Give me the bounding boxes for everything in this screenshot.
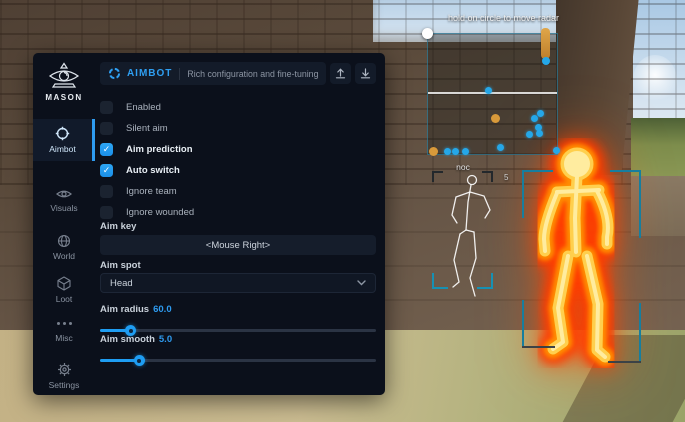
radar-dot-blue <box>444 148 451 155</box>
aim-spot-label: Aim spot <box>100 260 141 271</box>
sidebar-item-world[interactable]: World <box>33 227 95 268</box>
aim-key-binding-button[interactable]: <Mouse Right> <box>100 235 376 255</box>
target-icon <box>55 126 70 141</box>
radar-widget[interactable] <box>427 33 558 155</box>
radar-dot-blue <box>462 148 469 155</box>
radar-horizon-line <box>428 92 557 94</box>
ellipsis-icon <box>57 316 72 330</box>
sidebar-item-label: Loot <box>56 294 73 304</box>
slider-thumb[interactable] <box>134 355 145 366</box>
sidebar-item-label: Settings <box>49 380 80 390</box>
radar-dot-blue <box>536 130 543 137</box>
radar-dot-blue <box>497 144 504 151</box>
eye-icon <box>56 188 72 200</box>
toggle-row[interactable]: Enabled <box>100 97 376 118</box>
toggle-row[interactable]: ✓ Aim prediction <box>100 139 376 160</box>
sidebar: MASON Aimbot Visuals <box>33 53 95 395</box>
cheat-menu-window: MASON Aimbot Visuals <box>33 53 385 395</box>
radar-hint-text: hold on circle to move radar <box>448 13 559 23</box>
toggle-row[interactable]: Silent aim <box>100 118 376 139</box>
slider-label-text: Aim smooth <box>100 334 155 345</box>
import-config-button[interactable] <box>355 63 376 84</box>
upload-icon <box>335 68 346 79</box>
header-divider <box>179 68 180 80</box>
loot-marker-pill <box>541 28 550 59</box>
sidebar-item-label: Visuals <box>50 203 77 213</box>
checkbox[interactable] <box>100 101 113 114</box>
toggle-label: Ignore wounded <box>126 207 194 218</box>
sidebar-item-label: Misc <box>55 333 72 343</box>
player-distance-label: 5 <box>504 173 508 182</box>
checkbox[interactable] <box>100 206 113 219</box>
section-title: AIMBOT <box>127 68 172 79</box>
aim-radius-label: Aim radius 60.0 <box>100 304 172 315</box>
radar-dot-blue <box>531 115 538 122</box>
sidebar-item-loot[interactable]: Loot <box>33 269 95 311</box>
toggle-row[interactable]: ✓ Auto switch <box>100 160 376 181</box>
toggle-label: Enabled <box>126 102 161 113</box>
radar-dot-blue <box>485 87 492 94</box>
radar-dot-orange <box>491 114 500 123</box>
game-screen: hold on circle to move radar noc 5 <box>0 0 685 422</box>
export-config-button[interactable] <box>330 63 351 84</box>
brand-logo: MASON <box>33 62 95 102</box>
slider-value: 60.0 <box>153 304 172 315</box>
checkbox[interactable] <box>100 185 113 198</box>
menu-content: AIMBOT Rich configuration and fine-tunin… <box>100 62 376 85</box>
section-header: AIMBOT Rich configuration and fine-tunin… <box>100 62 326 85</box>
toggle-row[interactable]: Ignore team <box>100 181 376 202</box>
reticle-icon <box>108 67 121 80</box>
download-icon <box>360 68 371 79</box>
brand-name: MASON <box>33 93 95 102</box>
toggle-label: Ignore team <box>126 186 177 197</box>
toggle-label: Auto switch <box>126 165 180 176</box>
sidebar-item-label: World <box>53 251 75 261</box>
toggle-label: Silent aim <box>126 123 168 134</box>
mason-eye-icon <box>47 62 81 90</box>
radar-dot-orange <box>429 147 438 156</box>
globe-icon <box>57 234 71 248</box>
aim-smooth-label: Aim smooth 5.0 <box>100 334 172 345</box>
slider-value: 5.0 <box>159 334 172 345</box>
chevron-down-icon <box>357 280 366 286</box>
radar-dot-blue <box>537 110 544 117</box>
toggle-row[interactable]: Ignore wounded <box>100 202 376 223</box>
aim-smooth-slider[interactable] <box>100 355 376 366</box>
section-subtitle: Rich configuration and fine-tuning <box>187 69 318 79</box>
sidebar-item-visuals[interactable]: Visuals <box>33 181 95 220</box>
radar-drag-handle[interactable] <box>422 28 433 39</box>
box-icon <box>57 276 71 291</box>
aim-smooth-control: Aim smooth 5.0 <box>100 329 376 366</box>
loot-marker-dot <box>542 57 550 65</box>
radar-dot-blue <box>452 148 459 155</box>
skeleton-esp <box>428 170 496 302</box>
aim-key-label: Aim key <box>100 221 136 232</box>
aim-spot-value: Head <box>110 278 133 289</box>
checkbox[interactable]: ✓ <box>100 143 113 156</box>
toggle-list: Enabled Silent aim ✓ Aim prediction ✓ Au… <box>100 97 376 223</box>
radar-dot-blue <box>526 131 533 138</box>
player-bracket <box>522 170 641 363</box>
sidebar-item-settings[interactable]: Settings <box>33 355 95 397</box>
checkbox[interactable]: ✓ <box>100 164 113 177</box>
checkbox[interactable] <box>100 122 113 135</box>
slider-fill <box>100 359 139 362</box>
gear-icon <box>57 362 72 377</box>
sidebar-item-label: Aimbot <box>49 144 75 154</box>
aim-spot-dropdown[interactable]: Head <box>100 273 376 293</box>
toggle-label: Aim prediction <box>126 144 193 155</box>
slider-label-text: Aim radius <box>100 304 149 315</box>
radar-dot-blue <box>553 147 560 154</box>
sidebar-item-aimbot[interactable]: Aimbot <box>33 119 95 161</box>
sidebar-item-misc[interactable]: Misc <box>33 309 95 350</box>
